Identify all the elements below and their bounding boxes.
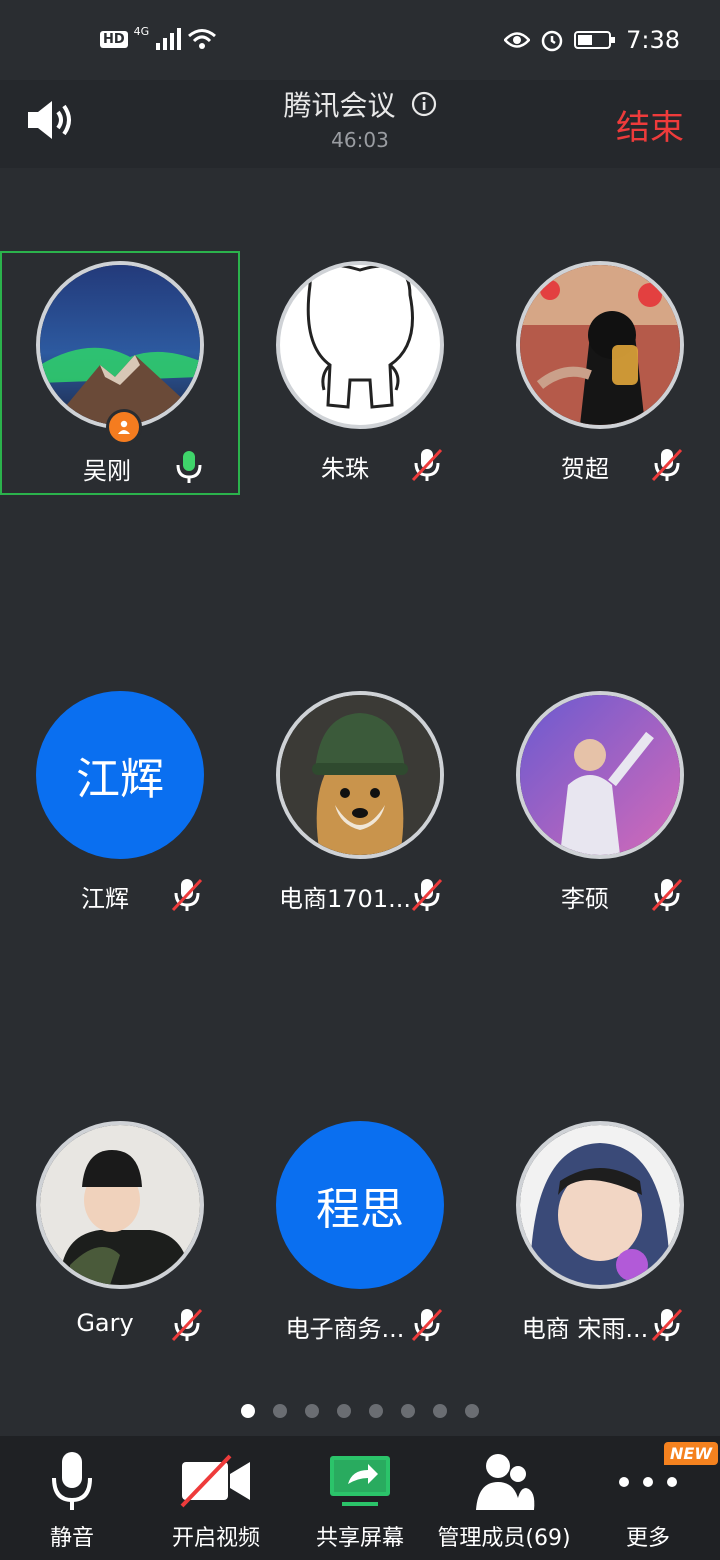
cartoon-figure-drawing: [306, 265, 414, 409]
page-indicator[interactable]: [0, 1404, 720, 1418]
mic-on-icon: [176, 451, 202, 483]
hd-badge: HD: [100, 30, 128, 48]
mic-muted-icon: [171, 1308, 203, 1342]
more-button[interactable]: NEW 更多: [576, 1436, 720, 1560]
mic-muted-icon: [651, 1308, 683, 1342]
avatar: [516, 261, 684, 429]
participant-grid: 吴刚 朱珠 贺超 江辉 江辉 电商1701... 李硕 Gary 程思 电子商务…: [0, 168, 720, 1436]
battery-icon: [574, 31, 616, 49]
status-bar: HD 4G 7:38: [0, 0, 720, 80]
page-dot[interactable]: [337, 1404, 351, 1418]
girl-hood-photo: [520, 1125, 680, 1285]
members-icon: [476, 1454, 535, 1510]
participant-tile[interactable]: 吴刚: [0, 251, 240, 495]
stage-performer-photo: [520, 695, 680, 855]
title-wrap: 腾讯会议: [0, 84, 720, 124]
avatar-initials: 江辉: [36, 691, 204, 859]
status-right: 7:38: [504, 26, 680, 54]
mute-button[interactable]: 静音: [0, 1436, 144, 1560]
end-meeting-button[interactable]: 结束: [616, 100, 684, 149]
mute-label: 静音: [49, 1526, 94, 1551]
participant-tile[interactable]: 电商 宋雨...: [480, 1111, 720, 1355]
meeting-header: 腾讯会议 46:03 结束: [0, 80, 720, 168]
aurora-mountain-photo: [40, 265, 200, 425]
meeting-timer: 46:03: [331, 128, 389, 152]
page-dot[interactable]: [465, 1404, 479, 1418]
eye-icon: [504, 32, 531, 48]
avatar: [516, 691, 684, 859]
avatar: [36, 261, 204, 429]
avatar: [516, 1121, 684, 1289]
avatar: [36, 1121, 204, 1289]
avatar: [276, 691, 444, 859]
participant-tile[interactable]: 李硕: [480, 681, 720, 925]
host-badge: [106, 409, 142, 445]
share-screen-icon: [330, 1456, 390, 1506]
participant-tile[interactable]: 程思 电子商务...: [240, 1111, 480, 1355]
participant-tile[interactable]: 朱珠: [240, 251, 480, 495]
share-label: 共享屏幕: [315, 1526, 404, 1551]
avatar-initials: 程思: [276, 1121, 444, 1289]
page-dot[interactable]: [305, 1404, 319, 1418]
video-off-icon: [180, 1454, 250, 1508]
mic-muted-icon: [651, 878, 683, 912]
meeting-title: 腾讯会议: [283, 89, 396, 122]
person-icon: [118, 420, 130, 434]
person-drinking-photo: [520, 265, 680, 425]
new-badge: NEW: [664, 1442, 718, 1465]
mic-muted-icon: [411, 878, 443, 912]
page-dot[interactable]: [369, 1404, 383, 1418]
child-hat-photo: [40, 1125, 200, 1285]
share-screen-button[interactable]: 共享屏幕: [288, 1436, 432, 1560]
more-label: 更多: [625, 1526, 670, 1551]
page-dot[interactable]: [433, 1404, 447, 1418]
info-icon[interactable]: [411, 91, 437, 117]
clock: 7:38: [626, 26, 680, 54]
bottom-toolbar: 静音 开启视频 共享屏幕 管理成员(69) NEW 更多: [0, 1436, 720, 1560]
members-label: 管理成员(69): [437, 1526, 571, 1551]
participant-tile[interactable]: Gary: [0, 1111, 240, 1355]
page-dot[interactable]: [273, 1404, 287, 1418]
mic-muted-icon: [651, 448, 683, 482]
mic-muted-icon: [171, 878, 203, 912]
alarm-icon: [541, 30, 563, 52]
shiba-dog-photo: [280, 695, 440, 855]
participant-tile[interactable]: 电商1701...: [240, 681, 480, 925]
avatar: [276, 261, 444, 429]
mic-muted-icon: [411, 448, 443, 482]
wifi-icon: [188, 29, 217, 49]
mic-muted-icon: [411, 1308, 443, 1342]
microphone-icon: [52, 1452, 92, 1510]
page-dot[interactable]: [401, 1404, 415, 1418]
network-type: 4G: [133, 24, 150, 38]
participant-tile[interactable]: 贺超: [480, 251, 720, 495]
signal-icon: [156, 28, 182, 50]
manage-members-button[interactable]: 管理成员(69): [432, 1436, 576, 1560]
status-left: HD 4G: [100, 24, 217, 50]
participant-tile[interactable]: 江辉 江辉: [0, 681, 240, 925]
start-video-button[interactable]: 开启视频: [144, 1436, 288, 1560]
video-label: 开启视频: [171, 1526, 260, 1551]
page-dot-active[interactable]: [241, 1404, 255, 1418]
